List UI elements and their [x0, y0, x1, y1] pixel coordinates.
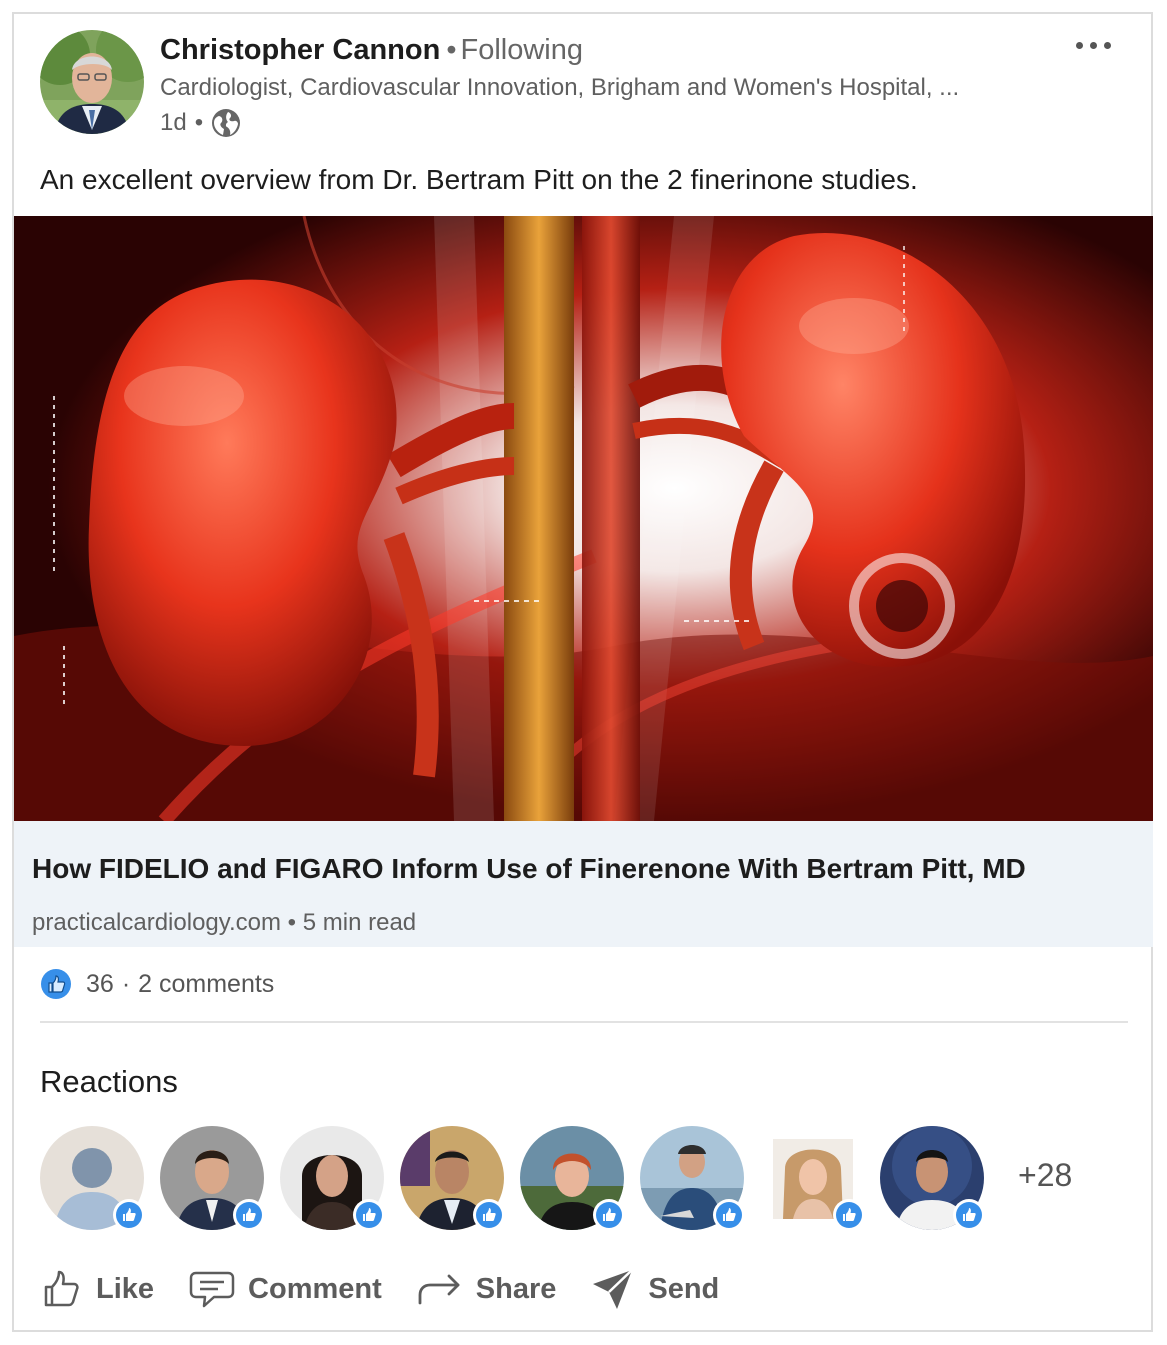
share-button[interactable]: Share: [416, 1267, 557, 1311]
reactor-avatar[interactable]: [160, 1126, 265, 1231]
post-text: An excellent overview from Dr. Bertram P…: [40, 164, 918, 195]
thumbs-up-icon: [44, 1270, 79, 1307]
follow-status: Following: [460, 34, 584, 66]
ellipsis-icon: [1076, 42, 1083, 49]
reactor-avatar[interactable]: [400, 1126, 505, 1231]
globe-icon: [212, 109, 241, 137]
like-button[interactable]: Like: [40, 1267, 154, 1311]
more-reactions-count[interactable]: +28: [1018, 1157, 1072, 1194]
reactor-avatar[interactable]: [520, 1126, 625, 1231]
post-meta: 1d •: [160, 108, 241, 138]
reactor-avatar[interactable]: [760, 1126, 865, 1231]
link-preview[interactable]: How FIDELIO and FIGARO Inform Use of Fin…: [14, 821, 1153, 947]
like-badge-icon: [953, 1199, 985, 1231]
share-icon: [418, 1274, 460, 1305]
action-bar: Like Comment Share Send: [40, 1264, 753, 1314]
like-badge-icon: [233, 1199, 265, 1231]
share-label: Share: [475, 1272, 557, 1305]
comment-icon: [189, 1271, 235, 1308]
comment-label: Comment: [248, 1272, 382, 1305]
reactor-avatar[interactable]: [880, 1126, 985, 1231]
like-label: Like: [96, 1272, 155, 1305]
author-headline: Cardiologist, Cardiovascular Innovation,…: [160, 74, 960, 101]
comments-count[interactable]: 2 comments: [138, 970, 274, 999]
like-badge-icon: [473, 1199, 505, 1231]
link-meta: practicalcardiology.com • 5 min read: [32, 909, 416, 937]
link-read-time: 5 min read: [302, 909, 417, 936]
reactions-title: Reactions: [40, 1064, 178, 1099]
send-button[interactable]: Send: [590, 1266, 719, 1312]
author-line: Christopher Cannon • Following: [160, 34, 583, 67]
reaction-count[interactable]: 36: [86, 970, 114, 999]
comment-button[interactable]: Comment: [188, 1267, 382, 1311]
link-title[interactable]: How FIDELIO and FIGARO Inform Use of Fin…: [32, 853, 1026, 885]
like-badge-icon: [353, 1199, 385, 1231]
like-badge-icon: [113, 1199, 145, 1231]
feed-post-card: Christopher Cannon • Following Cardiologis…: [12, 12, 1153, 1332]
link-domain: practicalcardiology.com: [32, 909, 281, 936]
send-icon: [593, 1269, 634, 1309]
ellipsis-dot: [1104, 42, 1111, 49]
social-counts: 36 · 2 comments: [40, 968, 274, 1000]
like-badge-icon: [833, 1199, 865, 1231]
ellipsis-dot: [1090, 42, 1097, 49]
link-separator: •: [287, 909, 297, 936]
send-label: Send: [648, 1272, 720, 1305]
divider: [40, 1021, 1128, 1023]
more-options-button[interactable]: [1076, 42, 1111, 49]
author-name[interactable]: Christopher Cannon: [160, 34, 440, 66]
like-icon: [41, 969, 71, 999]
reactor-avatar[interactable]: [640, 1126, 745, 1231]
post-time: 1d: [160, 109, 187, 136]
name-separator: •: [446, 34, 457, 66]
author-avatar[interactable]: [40, 30, 144, 134]
meta-separator: •: [194, 109, 204, 136]
reactor-avatar[interactable]: [40, 1126, 145, 1231]
post-image[interactable]: [14, 216, 1153, 821]
counts-separator: ·: [121, 969, 131, 998]
reactor-avatar[interactable]: [280, 1126, 385, 1231]
like-badge-icon: [713, 1199, 745, 1231]
reactor-list: [40, 1126, 1140, 1231]
like-badge-icon: [593, 1199, 625, 1231]
